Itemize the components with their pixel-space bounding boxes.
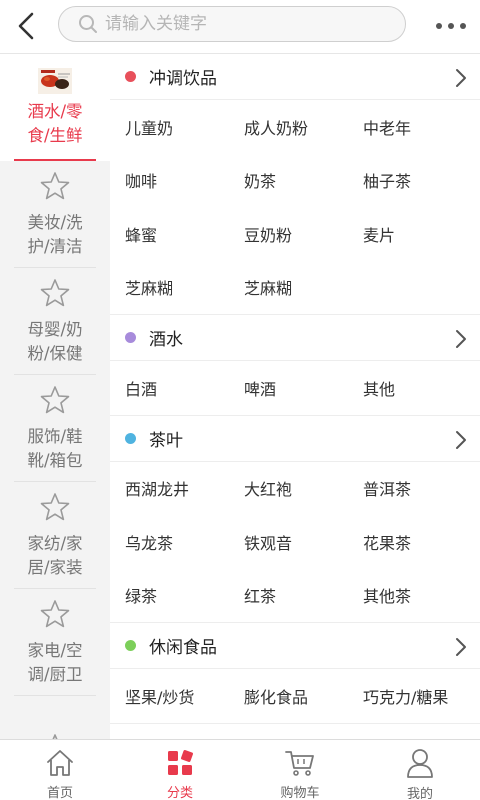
nav-tab-label: 我的 — [406, 787, 433, 800]
star-icon — [40, 385, 70, 419]
nav-tab-label: 分类 — [166, 786, 193, 800]
section-title: 冲调饮品 — [149, 69, 217, 89]
subcategory-link[interactable]: 红茶 — [244, 569, 363, 623]
subcategory-grid: 西湖龙井 大红袍 普洱茶乌龙茶 铁观音 花果茶绿茶 红茶 其他茶 — [110, 461, 480, 623]
subcategory-grid: 坚果/炒货 膨化食品 巧克力/糖果 — [110, 669, 480, 724]
subcategory-link[interactable]: 啤酒 — [244, 361, 363, 415]
star-icon — [40, 599, 70, 633]
chevron-right-icon — [454, 329, 468, 349]
subcategory-link[interactable]: 芝麻糊 — [244, 261, 363, 315]
sidebar-category-item[interactable]: 美妆/洗 护/清洁 — [0, 161, 110, 268]
more-options-button[interactable] — [430, 8, 472, 44]
subcategory-link[interactable]: 乌龙茶 — [125, 515, 244, 569]
sidebar-category-label: 服饰/鞋 靴/箱包 — [27, 426, 83, 470]
cart-icon — [284, 747, 316, 778]
back-button[interactable] — [8, 8, 44, 44]
section-header[interactable]: 休闲食品 — [110, 623, 480, 669]
section-dot-icon — [125, 71, 136, 82]
sidebar-category-label: 酒水/零 食/生鲜 — [27, 101, 83, 145]
subcategory-link[interactable]: 芝麻糊 — [125, 261, 244, 315]
subcategory-link[interactable]: 普洱茶 — [363, 462, 480, 516]
sidebar-category-item[interactable]: 母婴/奶 粉/保健 — [0, 268, 110, 375]
sidebar-category-label: 母婴/奶 粉/保健 — [27, 319, 83, 363]
subcategory-link[interactable]: 铁观音 — [244, 515, 363, 569]
section-title: 休闲食品 — [149, 638, 217, 658]
search-input[interactable] — [105, 14, 395, 34]
more-dots-icon — [436, 23, 466, 29]
section-title: 酒水 — [149, 330, 183, 350]
subcategory-link[interactable]: 儿童奶 — [125, 100, 244, 154]
sidebar-category-label: 家电/空 调/厨卫 — [27, 640, 83, 684]
food-thumbnail-icon — [38, 67, 72, 94]
section-header[interactable]: 冲调饮品 — [110, 54, 480, 100]
sidebar-category-item[interactable]: 家电/空 调/厨卫 — [0, 589, 110, 696]
subcategory-link[interactable]: 奶茶 — [244, 154, 363, 208]
home-icon — [44, 747, 76, 778]
subcategory-panel: 冲调饮品 儿童奶 成人奶粉 中老年 咖啡 奶茶 柚子茶 蜂蜜 豆奶粉 麦片 芝麻糊 芝麻糊 酒水 白酒 啤酒… — [110, 54, 480, 739]
subcategory-link[interactable]: 其他 — [363, 361, 480, 415]
subcategory-grid: 白酒 啤酒 其他 — [110, 361, 480, 416]
section-header[interactable]: 茶叶 — [110, 415, 480, 462]
search-icon — [77, 13, 99, 35]
nav-tab[interactable]: 我的 — [360, 740, 480, 800]
subcategory-link[interactable]: 白酒 — [125, 361, 244, 415]
user-icon — [404, 747, 436, 779]
chevron-right-icon — [454, 68, 468, 88]
section-header[interactable]: 酒水 — [110, 315, 480, 361]
subcategory-link[interactable]: 成人奶粉 — [244, 100, 363, 154]
category-sidebar: 酒水/零 食/生鲜 美妆/洗 护/清洁 母婴/奶 粉/保健 服饰/鞋 靴/箱包 家纺/家… — [0, 54, 110, 739]
chevron-right-icon — [454, 637, 468, 657]
subcategory-link[interactable]: 咖啡 — [125, 154, 244, 208]
star-icon — [40, 492, 70, 526]
subcategory-link[interactable]: 豆奶粉 — [244, 207, 363, 261]
star-icon — [40, 278, 70, 312]
subcategory-link[interactable]: 花果茶 — [363, 515, 480, 569]
subcategory-link[interactable]: 膨化食品 — [244, 669, 363, 723]
subcategory-link[interactable]: 大红袍 — [244, 462, 363, 516]
subcategory-link[interactable]: 柚子茶 — [363, 154, 480, 208]
nav-tab-label: 首页 — [46, 786, 73, 800]
sidebar-category-item[interactable] — [0, 696, 110, 739]
subcategory-grid: 儿童奶 成人奶粉 中老年 咖啡 奶茶 柚子茶 蜂蜜 豆奶粉 麦片 芝麻糊 芝麻糊 — [110, 100, 480, 315]
category-icon — [164, 747, 196, 778]
section-dot-icon — [125, 640, 136, 651]
sidebar-category-item[interactable]: 服饰/鞋 靴/箱包 — [0, 375, 110, 482]
back-arrow-icon — [18, 12, 34, 40]
nav-tab[interactable]: 分类 — [120, 740, 240, 800]
section-dot-icon — [125, 432, 136, 444]
subcategory-link[interactable]: 其他茶 — [363, 569, 480, 623]
nav-tab[interactable]: 首页 — [0, 740, 120, 800]
sidebar-category-label: 家纺/家 居/家装 — [27, 533, 83, 577]
subcategory-link[interactable]: 西湖龙井 — [125, 462, 244, 516]
chevron-right-icon — [454, 430, 468, 450]
sidebar-category-label: 美妆/洗 护/清洁 — [27, 212, 83, 256]
subcategory-link[interactable]: 巧克力/糖果 — [363, 669, 480, 723]
nav-tab[interactable]: 购物车 — [240, 740, 360, 800]
subcategory-link[interactable]: 绿茶 — [125, 569, 244, 623]
bottom-navigation: 首页 分类 购物车 我的 — [0, 739, 480, 800]
subcategory-link[interactable]: 蜂蜜 — [125, 207, 244, 261]
star-icon — [40, 171, 70, 205]
section-dot-icon — [125, 332, 136, 343]
sidebar-category-item[interactable]: 酒水/零 食/生鲜 — [0, 54, 110, 161]
nav-tab-label: 购物车 — [280, 786, 320, 800]
top-bar — [0, 0, 480, 54]
subcategory-link[interactable]: 麦片 — [363, 207, 480, 261]
subcategory-link[interactable]: 坚果/炒货 — [125, 669, 244, 723]
subcategory-link[interactable]: 中老年 — [363, 100, 480, 154]
section-title: 茶叶 — [149, 430, 183, 451]
sidebar-category-item[interactable]: 家纺/家 居/家装 — [0, 482, 110, 589]
search-box[interactable] — [58, 6, 406, 42]
